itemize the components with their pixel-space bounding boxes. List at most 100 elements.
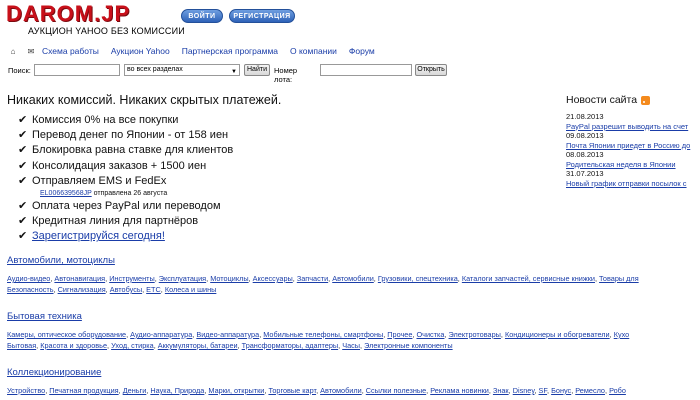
news-link[interactable]: Родительская неделя в Японии [566,160,700,170]
nav-item-forum[interactable]: Форум [349,46,375,56]
category-link[interactable]: Мотоциклы [210,274,248,283]
category-link[interactable]: Мобильные телефоны, смартфоны [263,330,383,339]
category-link[interactable]: Аксессуары [253,274,293,283]
open-lot-button[interactable]: Открыть [415,64,447,76]
category-link[interactable]: Электронные компоненты [364,341,453,350]
category-link[interactable]: Автобусы [110,285,142,294]
news-sidebar: Новости сайта 21.08.2013 PayPal разрешит… [566,94,700,188]
category-link[interactable]: Камеры, оптическое оборудование [7,330,126,339]
category-link[interactable]: Disney [513,386,535,395]
checkmark-icon: ✔ [18,174,28,187]
lot-number-label: Номер лота: [274,66,298,84]
category-links-row: Камеры, оптическое оборудование, Аудио-а… [7,329,700,340]
checkmark-icon: ✔ [18,200,28,213]
login-button[interactable]: ВОЙТИ [181,9,223,23]
feature-item: ✔ Комиссия 0% на все покупки [18,113,233,128]
category-link[interactable]: Робо [609,386,626,395]
news-link[interactable]: Новый график отправки посылок с [566,179,700,189]
register-today-link[interactable]: Зарегистрируйся сегодня! [32,230,165,242]
news-title: Новости сайта [566,94,638,106]
category-link[interactable]: Бытовая [7,341,36,350]
news-header: Новости сайта [566,94,700,106]
nav-item-about[interactable]: О компании [290,46,337,56]
rss-icon[interactable] [641,95,651,105]
category-link[interactable]: Устройство [7,386,45,395]
site-logo[interactable]: DAROM.JP [6,3,130,25]
category-link[interactable]: Уход, стирка [111,341,154,350]
home-icon[interactable]: ⌂ [6,45,20,57]
category-link[interactable]: Бонус [551,386,571,395]
search-button[interactable]: Найти [244,64,270,76]
news-link[interactable]: PayPal разрешит выводить на счет [566,122,700,132]
category-link[interactable]: Печатная продукция [49,386,118,395]
category-link[interactable]: Аудио-видео [7,274,50,283]
category-link[interactable]: Автомобили [332,274,374,283]
lot-number-input[interactable] [320,64,412,76]
category-link[interactable]: Трансформаторы, адаптеры [242,341,339,350]
category-link[interactable]: Ссылки полезные [366,386,426,395]
checkmark-icon: ✔ [18,129,28,142]
category-link[interactable]: Реклама новинки [430,386,489,395]
category-link[interactable]: Очистка [416,330,444,339]
category-title[interactable]: Коллекционирование [7,367,700,378]
search-label: Поиск: [8,66,31,75]
category-title[interactable]: Автомобили, мотоциклы [7,255,700,266]
category-title[interactable]: Бытовая техника [7,311,700,322]
category-link[interactable]: Товары для [599,274,639,283]
category-link[interactable]: Колеса и шины [165,285,217,294]
mail-icon[interactable]: ✉ [24,45,38,57]
category-link[interactable]: Наука, Природа [150,386,204,395]
category-link[interactable]: Торговые карт [268,386,316,395]
chevron-down-icon: ▼ [231,69,237,75]
category-link[interactable]: Аккумуляторы, батареи [158,341,238,350]
category-link[interactable]: Деньги [123,386,147,395]
top-nav: ⌂ ✉ Схема работы Аукцион Yahoo Партнерск… [6,45,387,57]
category-link[interactable]: Красота и здоровье [40,341,107,350]
category-link[interactable]: Аудио-аппаратура [130,330,192,339]
category-link[interactable]: Электротовары [449,330,501,339]
category-link[interactable]: Ремесло [575,386,605,395]
search-scope-select[interactable]: во всех разделах ▼ [124,64,240,76]
nav-item-scheme[interactable]: Схема работы [42,46,99,56]
page-headline: Никаких комиссий. Никаких скрытых платеж… [7,93,282,107]
feature-item: ✔ Отправляем EMS и FedEx [18,174,233,189]
search-input[interactable] [34,64,120,76]
feature-item: ✔ Оплата через PayPal или переводом [18,199,233,214]
category-links-row: Бытовая, Красота и здоровье, Уход, стирк… [7,340,700,351]
category-link[interactable]: Автомобили [320,386,362,395]
checkmark-icon: ✔ [18,144,28,157]
category-link[interactable]: Кухо [614,330,630,339]
category-link[interactable]: Знак [493,386,509,395]
news-date: 31.07.2013 [566,169,604,178]
site-tagline: АУКЦИОН YAHOO БЕЗ КОМИССИИ [28,26,185,36]
category-link[interactable]: ETC [146,285,161,294]
nav-item-yahoo-auction[interactable]: Аукцион Yahoo [111,46,170,56]
category-section: Коллекционирование Устройство, Печатная … [7,367,700,396]
category-link[interactable]: Прочее [387,330,412,339]
category-link[interactable]: Автонавигация [54,274,105,283]
category-link[interactable]: Марки, открытки [208,386,264,395]
category-link[interactable]: Видео-аппаратура [196,330,259,339]
category-link[interactable]: Кондиционеры и обогреватели [505,330,610,339]
tracking-suffix: отправлена 26 августа [93,190,168,198]
category-link[interactable]: Эксплуатация [159,274,206,283]
category-link[interactable]: Сигнализация [58,285,106,294]
news-date: 21.08.2013 [566,112,604,121]
category-link[interactable]: Инструменты [109,274,155,283]
nav-item-partner[interactable]: Партнерская программа [182,46,278,56]
category-link[interactable]: Безопасность [7,285,54,294]
category-links-row: Безопасность, Сигнализация, Автобусы, ET… [7,284,700,295]
tracking-link[interactable]: EL006639568JP [40,190,92,197]
feature-item: ✔ Блокировка равна ставке для клиентов [18,143,233,158]
category-link[interactable]: Запчасти [297,274,328,283]
category-link[interactable]: Каталоги запчастей, сервисные книжки [462,274,595,283]
category-section: Бытовая техника Камеры, оптическое обору… [7,311,700,351]
news-link[interactable]: Почта Японии приедет в Россию до [566,141,700,151]
category-link[interactable]: Часы [342,341,360,350]
category-link[interactable]: Грузовики, спецтехника [378,274,458,283]
category-link[interactable]: SF [539,386,548,395]
feature-item: ✔ Кредитная линия для партнёров [18,214,233,229]
category-links-row: Аудио-видео, Автонавигация, Инструменты,… [7,273,700,284]
feature-item: ✔ Консолидация заказов + 1500 иен [18,159,233,174]
register-button[interactable]: РЕГИСТРАЦИЯ [229,9,295,23]
